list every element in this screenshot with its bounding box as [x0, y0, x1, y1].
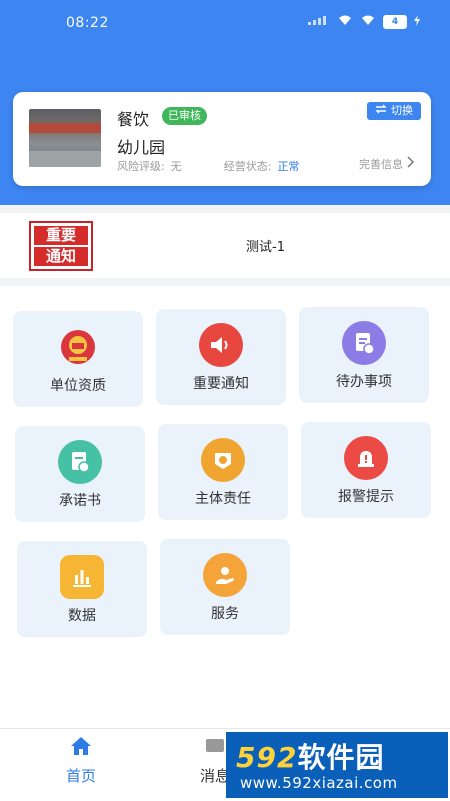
tile-label: 重要通知 [193, 376, 249, 392]
tile-unit-qualification[interactable]: 单位资质 [13, 311, 143, 407]
audit-status-badge: 已审核 [162, 107, 207, 125]
alarm-light-icon [344, 436, 388, 480]
todo-document-icon [342, 321, 386, 365]
status-bar: 08:22 4 [0, 0, 450, 44]
unit-category: 餐饮 [117, 110, 150, 129]
divider [0, 278, 450, 286]
message-icon [203, 739, 227, 761]
logo-line-1: 重要 [34, 226, 88, 245]
switch-label: 切换 [391, 104, 413, 117]
tile-main-responsibility[interactable]: 主体责任 [158, 424, 288, 520]
tile-service[interactable]: 服务 [160, 539, 290, 635]
signal-icon [308, 15, 330, 28]
tile-label: 待办事项 [336, 374, 392, 390]
notice-row[interactable]: 重要 通知 测试-1 [0, 214, 450, 276]
tile-data[interactable]: 数据 [17, 541, 147, 637]
chevron-right-icon [407, 156, 415, 172]
tile-label: 服务 [211, 606, 239, 622]
tile-commitment[interactable]: 承诺书 [15, 426, 145, 522]
tile-label: 主体责任 [195, 491, 251, 507]
business-status-label: 经营状态: [223, 160, 272, 173]
charging-icon [414, 14, 420, 29]
watermark-brand-num: 592 [236, 741, 298, 774]
watermark-url: www.592xiazai.com [240, 774, 398, 792]
watermark-brand-text: 软件园 [297, 741, 385, 774]
risk-value: 无 [170, 160, 182, 173]
national-emblem-icon [56, 325, 100, 369]
watermark-brand: 592软件园 [236, 736, 384, 776]
business-status-value: 正常 [277, 160, 300, 173]
notice-text: 测试-1 [246, 240, 285, 255]
risk-label: 风险评级: [117, 160, 165, 173]
tile-important-notice[interactable]: 重要通知 [156, 309, 286, 405]
wifi-icon-2 [360, 14, 376, 29]
unit-card[interactable]: 餐饮 已审核 切换 幼儿园 风险评级: 无 经营状态: 正常 完善信息 [13, 92, 431, 186]
tile-label: 单位资质 [50, 378, 106, 394]
bar-chart-icon [60, 555, 104, 599]
unit-name: 幼儿园 [117, 138, 166, 157]
tile-label: 承诺书 [59, 493, 101, 509]
important-notice-logo: 重要 通知 [29, 221, 93, 271]
tile-label: 报警提示 [338, 489, 394, 505]
tile-alarm[interactable]: 报警提示 [301, 422, 431, 518]
complete-info-link[interactable]: 完善信息 [359, 156, 415, 172]
service-hand-icon [203, 553, 247, 597]
home-icon [69, 737, 93, 761]
tile-todo[interactable]: 待办事项 [299, 307, 429, 403]
unit-photo [29, 109, 101, 167]
tile-label: 数据 [68, 608, 96, 624]
tab-home-label: 首页 [65, 767, 96, 785]
logo-line-2: 通知 [34, 247, 88, 266]
watermark-logo: 592软件园 www.592xiazai.com [226, 732, 448, 798]
responsibility-badge-icon [201, 438, 245, 482]
speaker-icon [199, 323, 243, 367]
tab-home[interactable]: 首页 [36, 735, 126, 786]
battery-icon: 4 [383, 14, 407, 29]
commitment-document-icon [58, 440, 102, 484]
switch-arrows-icon [375, 102, 387, 120]
status-icons: 4 [308, 14, 420, 29]
wifi-icon [337, 14, 353, 29]
status-time: 08:22 [66, 15, 109, 31]
switch-button[interactable]: 切换 [367, 102, 421, 120]
unit-meta: 风险评级: 无 经营状态: 正常 [117, 158, 299, 174]
divider [0, 205, 450, 213]
complete-info-label: 完善信息 [359, 158, 403, 171]
